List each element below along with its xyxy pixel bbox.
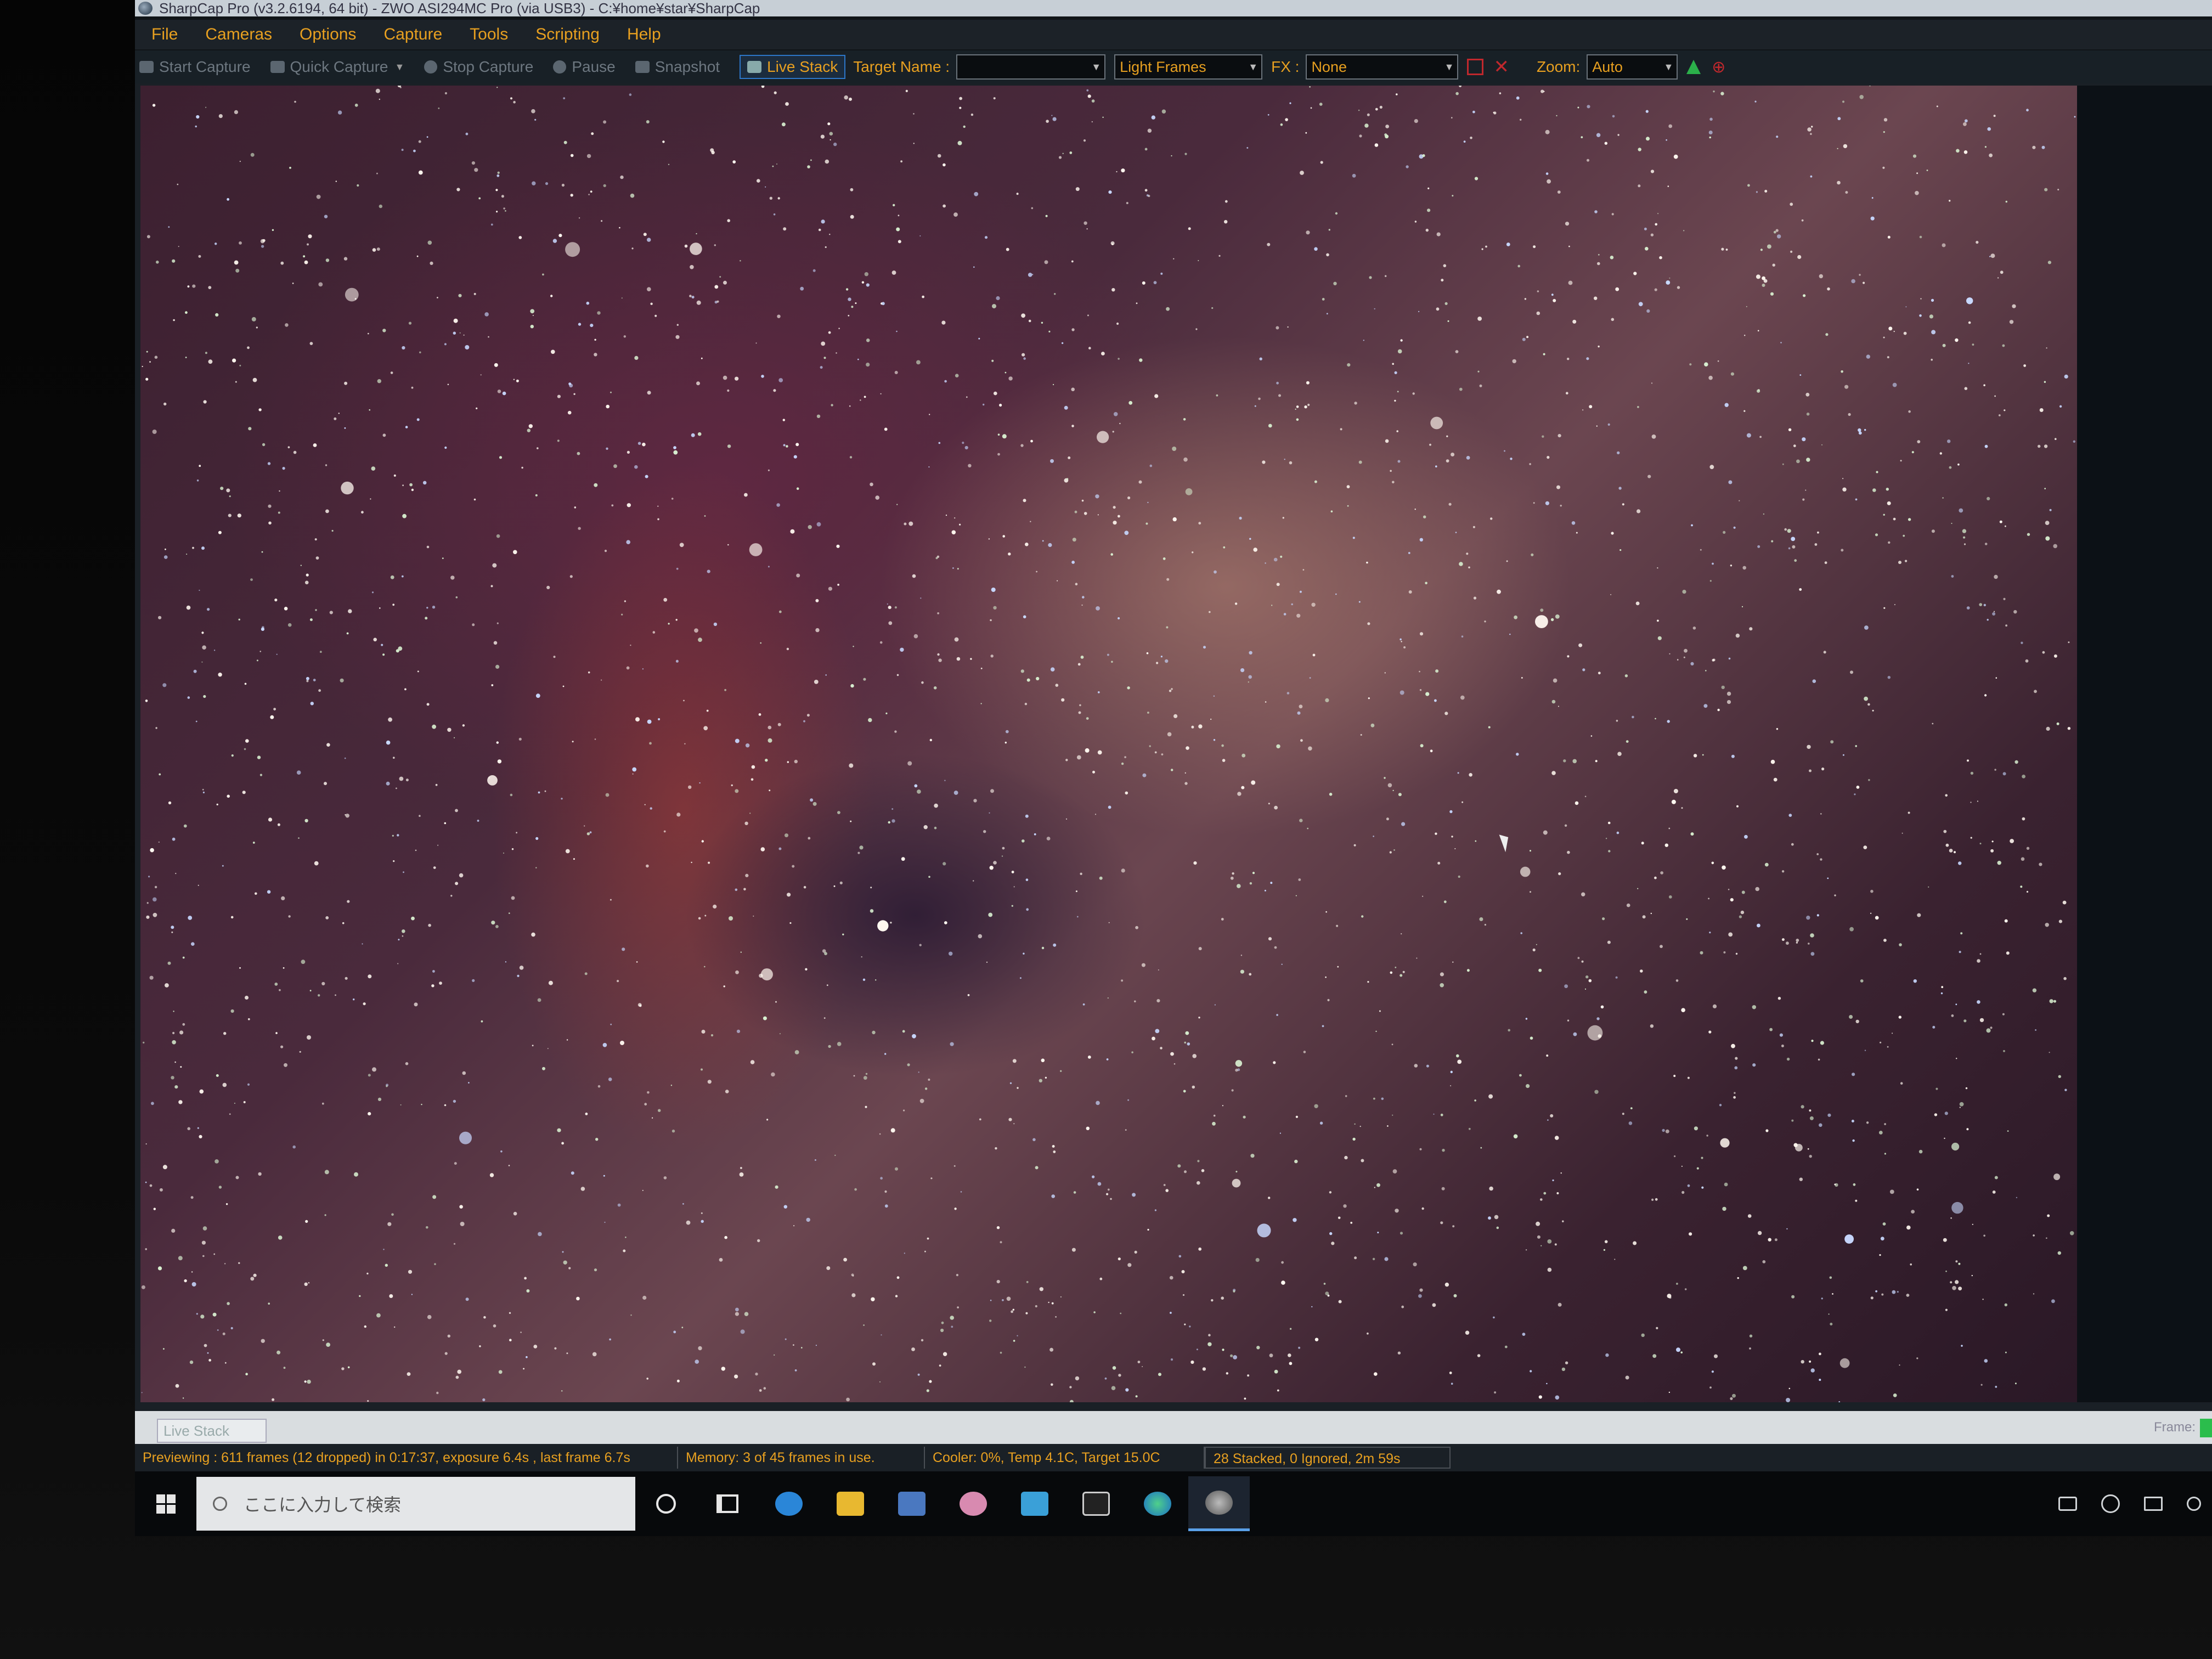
- stop-capture-button[interactable]: Stop Capture: [424, 58, 533, 76]
- live-stack-icon: [747, 61, 762, 73]
- live-stack-tab-strip: Live Stack Frame:: [135, 1411, 2212, 1444]
- mail-button[interactable]: [1004, 1476, 1065, 1531]
- snapshot-label: Snapshot: [654, 58, 720, 75]
- right-panel: [2077, 86, 2212, 1402]
- zoom-label: Zoom:: [1536, 58, 1581, 75]
- frame-label: Frame:: [2153, 1420, 2196, 1435]
- menu-scripting[interactable]: Scripting: [535, 25, 600, 44]
- cooler-status: Cooler: 0%, Temp 4.1C, Target 15.0C: [925, 1447, 1205, 1469]
- stack-status: 28 Stacked, 0 Ignored, 2m 59s: [1205, 1447, 1451, 1469]
- fx-value: None: [1311, 58, 1347, 75]
- file-explorer-icon: [837, 1492, 864, 1516]
- sharpcap-app-icon: [138, 2, 153, 15]
- chevron-down-icon[interactable]: ▼: [1248, 61, 1258, 73]
- chevron-down-icon[interactable]: ▼: [1444, 61, 1454, 73]
- zoom-select[interactable]: Auto ▼: [1587, 54, 1678, 80]
- chevron-down-icon[interactable]: ▼: [395, 61, 405, 73]
- live-stack-label: Live Stack: [767, 58, 838, 75]
- menu-tools[interactable]: Tools: [470, 25, 508, 44]
- task-view-button[interactable]: [697, 1476, 758, 1531]
- window-title: SharpCap Pro (v3.2.6194, 64 bit) - ZWO A…: [159, 0, 760, 16]
- menu-capture[interactable]: Capture: [383, 25, 442, 44]
- taskbar-search-input[interactable]: ここに入力して検索: [196, 1477, 635, 1531]
- ie-icon: [775, 1492, 803, 1516]
- ie-button[interactable]: [758, 1476, 820, 1531]
- quick-capture-label: Quick Capture: [290, 58, 388, 75]
- frame-type-select[interactable]: Light Frames ▼: [1114, 54, 1263, 80]
- network-button[interactable]: [881, 1476, 943, 1531]
- zoom-value: Auto: [1592, 58, 1623, 75]
- chevron-down-icon[interactable]: ▼: [1663, 61, 1673, 73]
- snapshot-button[interactable]: Snapshot: [635, 58, 720, 76]
- network-icon: [898, 1492, 926, 1516]
- search-icon: [213, 1497, 227, 1511]
- menu-file[interactable]: File: [151, 25, 178, 44]
- crosshair-icon[interactable]: ✕: [1493, 56, 1509, 78]
- monitor-photo: SharpCap Pro (v3.2.6194, 64 bit) - ZWO A…: [0, 0, 2212, 1659]
- chevron-down-icon[interactable]: ▼: [1091, 61, 1101, 73]
- file-explorer-button[interactable]: [820, 1476, 881, 1531]
- snapshot-icon: [635, 61, 650, 73]
- camera-icon: [139, 61, 154, 73]
- frame-indicator: [2200, 1419, 2212, 1437]
- battery-icon[interactable]: [2058, 1497, 2077, 1511]
- windows-taskbar: ここに入力して検索: [135, 1471, 2212, 1536]
- paint-button[interactable]: [943, 1476, 1004, 1531]
- terminal-button[interactable]: [1065, 1476, 1127, 1531]
- pause-label: Pause: [572, 58, 616, 75]
- terminal-icon: [1082, 1492, 1110, 1516]
- cortana-button[interactable]: [635, 1476, 697, 1531]
- menu-cameras[interactable]: Cameras: [205, 25, 272, 44]
- quick-capture-button[interactable]: Quick Capture ▼: [270, 58, 405, 76]
- reticle-icon[interactable]: [1467, 59, 1484, 75]
- live-stack-button[interactable]: Live Stack: [740, 55, 846, 79]
- sharpcap-icon: [1205, 1490, 1233, 1515]
- start-capture-label: Start Capture: [159, 58, 251, 75]
- preview-status: Previewing : 611 frames (12 dropped) in …: [135, 1447, 678, 1469]
- paint-icon: [960, 1492, 987, 1516]
- live-stack-image[interactable]: [140, 86, 2077, 1402]
- image-area: [135, 83, 2212, 1411]
- target-name-combo[interactable]: ▼: [956, 54, 1106, 80]
- fx-label: FX :: [1271, 58, 1300, 75]
- zoom-icon[interactable]: ⊕: [1712, 58, 1725, 77]
- mail-icon: [1021, 1492, 1048, 1516]
- menu-options[interactable]: Options: [300, 25, 356, 44]
- globe-icon[interactable]: [2101, 1494, 2120, 1513]
- menu-bar: File Cameras Options Capture Tools Scrip…: [135, 20, 2212, 49]
- search-placeholder: ここに入力して検索: [244, 1495, 402, 1515]
- edge-icon: [1144, 1492, 1171, 1516]
- edge-button[interactable]: [1127, 1476, 1188, 1531]
- fx-select[interactable]: None ▼: [1306, 54, 1459, 80]
- live-stack-tab-label: Live Stack: [163, 1422, 229, 1439]
- cortana-icon: [656, 1494, 676, 1514]
- window-title-bar: SharpCap Pro (v3.2.6194, 64 bit) - ZWO A…: [135, 0, 2212, 16]
- pause-button[interactable]: Pause: [553, 58, 616, 76]
- stop-icon: [424, 60, 438, 74]
- target-name-label: Target Name :: [853, 58, 950, 75]
- start-button[interactable]: [135, 1476, 196, 1531]
- memory-status: Memory: 3 of 45 frames in use.: [678, 1447, 925, 1469]
- system-tray: [2058, 1494, 2212, 1513]
- live-stack-tab[interactable]: Live Stack: [157, 1419, 267, 1443]
- frame-type-value: Light Frames: [1120, 58, 1206, 75]
- video-camera-icon: [270, 61, 285, 73]
- status-bar: Previewing : 611 frames (12 dropped) in …: [135, 1444, 2212, 1471]
- speaker-muted-icon[interactable]: [2144, 1497, 2163, 1511]
- start-capture-button[interactable]: Start Capture: [139, 58, 251, 76]
- pen-icon[interactable]: [2187, 1497, 2201, 1511]
- pause-icon: [553, 60, 567, 74]
- stop-capture-label: Stop Capture: [443, 58, 534, 75]
- menu-help[interactable]: Help: [627, 25, 661, 44]
- screen: SharpCap Pro (v3.2.6194, 64 bit) - ZWO A…: [135, 0, 2212, 1536]
- histogram-icon[interactable]: [1686, 60, 1701, 74]
- windows-logo-icon: [156, 1494, 176, 1514]
- sharpcap-taskbar-button[interactable]: [1188, 1476, 1250, 1531]
- star-field: [141, 86, 2076, 1402]
- task-view-icon: [716, 1494, 738, 1513]
- toolbar: Start Capture Quick Capture ▼ Stop Captu…: [135, 50, 2212, 83]
